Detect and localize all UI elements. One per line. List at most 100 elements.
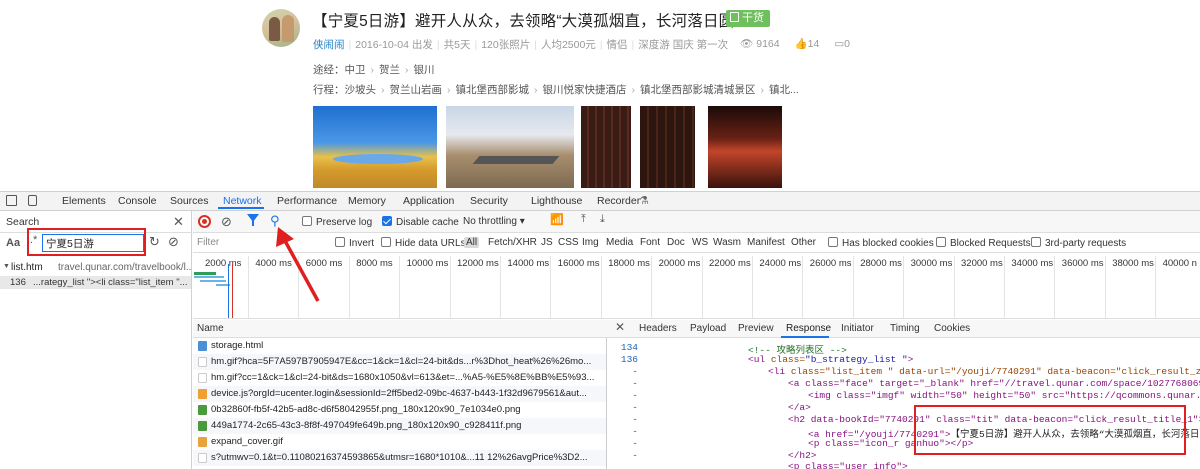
third-party-checkbox[interactable]: 3rd-party requests: [1031, 237, 1126, 249]
request-name: 0b32860f-fb5f-42b5-ad8c-d6f58042955f.png…: [211, 404, 521, 415]
filter-type-font[interactable]: Font: [640, 237, 660, 248]
tab-security[interactable]: Security: [470, 195, 508, 207]
request-row[interactable]: storage.html: [193, 338, 606, 354]
route-stop[interactable]: 贺兰: [379, 64, 400, 76]
request-row[interactable]: expand_cover.gif: [193, 434, 606, 450]
filter-type-img[interactable]: Img: [582, 237, 599, 248]
disable-cache-checkbox[interactable]: Disable cache: [382, 216, 459, 228]
photo-red-wall-2[interactable]: [640, 106, 695, 188]
timeline-gridline: [1004, 256, 1005, 318]
filter-type-js[interactable]: JS: [541, 237, 553, 248]
blocked-cookies-checkbox[interactable]: Has blocked cookies: [828, 237, 934, 249]
filter-type-ws[interactable]: WS: [692, 237, 708, 248]
tab-timing[interactable]: Timing: [890, 323, 920, 334]
filter-input[interactable]: Filter: [197, 237, 219, 248]
timeline-gridline: [903, 256, 905, 318]
tab-console[interactable]: Console: [118, 195, 157, 207]
photo-mountain-road[interactable]: [446, 106, 574, 188]
timeline-tick-label: 24000 ms: [759, 258, 802, 269]
note-meta: 侠闹闹 | 2016-10-04 出发 | 共5天 | 120张照片 | 人均2500元 | 情侣 |…: [313, 39, 729, 51]
request-row[interactable]: hm.gif?cc=1&ck=1&cl=24-bit&ds=1680x1050&…: [193, 370, 606, 386]
refresh-icon[interactable]: ↻: [149, 234, 160, 250]
timeline-tick-label: 26000 ms: [809, 258, 852, 269]
tab-application[interactable]: Application: [403, 195, 454, 207]
timeline-tick-label: 22000 ms: [709, 258, 751, 269]
search-result-file[interactable]: list.htm: [11, 262, 43, 273]
tab-cookies[interactable]: Cookies: [934, 323, 970, 334]
timeline-gridline: [1104, 256, 1106, 318]
itinerary-stop[interactable]: 贺兰山岩画: [390, 84, 443, 96]
tab-elements[interactable]: Elements: [62, 195, 106, 207]
tab-payload[interactable]: Payload: [690, 323, 726, 334]
tab-preview[interactable]: Preview: [738, 323, 774, 334]
author-name[interactable]: 侠闹闹: [313, 39, 345, 51]
page-title: 【宁夏5日游】避开人从众，去领略“大漠孤烟直，长河落日圆”: [312, 13, 740, 30]
hide-data-urls-checkbox[interactable]: Hide data URLs: [381, 237, 466, 249]
likes-count[interactable]: 👍14: [795, 38, 826, 50]
itinerary-stop[interactable]: 镇北...: [769, 84, 799, 96]
clear-log-icon[interactable]: ⊘: [221, 214, 232, 230]
request-row[interactable]: hm.gif?hca=5F7A597B7905947E&cc=1&ck=1&cl…: [193, 354, 606, 370]
code-line-ul: <ul class="b_strategy_list ">: [748, 354, 914, 365]
filter-type-css[interactable]: CSS: [558, 237, 579, 248]
tab-response[interactable]: Response: [786, 323, 831, 334]
import-har-icon[interactable]: ⤒: [581, 213, 586, 226]
request-row[interactable]: 0b32860f-fb5f-42b5-ad8c-d6f58042955f.png…: [193, 402, 606, 418]
blocked-requests-checkbox[interactable]: Blocked Requests: [936, 237, 1031, 249]
filter-type-doc[interactable]: Doc: [667, 237, 685, 248]
line-number: -: [632, 402, 638, 413]
record-button[interactable]: [198, 215, 211, 228]
name-column-header[interactable]: Name: [197, 323, 224, 334]
filter-type-all[interactable]: All: [464, 237, 480, 248]
timeline-gridline: [500, 256, 501, 318]
throttling-select[interactable]: No throttling ▾: [463, 216, 525, 227]
route-stop[interactable]: 中卫: [345, 64, 366, 76]
search-result-snippet[interactable]: ...rategy_list "><li class="list_item ".…: [33, 277, 191, 288]
timeline-tick-label: 34000 ms: [1011, 258, 1054, 269]
export-har-icon[interactable]: ⤓: [600, 213, 605, 226]
line-number: -: [632, 438, 638, 449]
match-case-toggle[interactable]: Aa: [6, 237, 20, 249]
photo-desert-lake[interactable]: [313, 106, 437, 188]
route-stop[interactable]: 银川: [414, 64, 435, 76]
tab-memory[interactable]: Memory: [348, 195, 386, 207]
close-icon[interactable]: ✕: [615, 320, 625, 334]
tab-recorder[interactable]: Recorder: [597, 195, 640, 207]
itinerary-stop[interactable]: 沙坡头: [345, 84, 377, 96]
filter-type-wasm[interactable]: Wasm: [713, 237, 741, 248]
filter-type-fetch[interactable]: Fetch/XHR: [488, 237, 537, 248]
itinerary-stop[interactable]: 镇北堡西部影城清城景区: [640, 84, 756, 96]
tab-sources[interactable]: Sources: [170, 195, 209, 207]
waterfall-bar: [200, 280, 226, 282]
timeline-gridline: [752, 256, 753, 318]
itinerary-stop[interactable]: 银川悦家快捷酒店: [543, 84, 627, 96]
filter-type-other[interactable]: Other: [791, 237, 816, 248]
photo-red-wall[interactable]: [581, 106, 631, 188]
clear-icon[interactable]: ⊘: [168, 234, 179, 250]
device-toolbar-icon[interactable]: [28, 195, 37, 206]
filter-type-media[interactable]: Media: [606, 237, 633, 248]
comments-count[interactable]: ▭0: [834, 38, 856, 50]
tab-headers[interactable]: Headers: [639, 323, 677, 334]
tab-network[interactable]: Network: [223, 195, 262, 207]
network-conditions-icon[interactable]: 📶: [550, 213, 564, 226]
search-result-line-number: 136: [10, 277, 26, 288]
tab-initiator[interactable]: Initiator: [841, 323, 874, 334]
expand-triangle-icon[interactable]: ▼: [3, 263, 10, 270]
line-number: -: [632, 426, 638, 437]
tab-lighthouse[interactable]: Lighthouse: [531, 195, 582, 207]
inspect-icon[interactable]: [6, 195, 17, 206]
invert-checkbox[interactable]: Invert: [335, 237, 374, 249]
request-row[interactable]: s?utmwv=0.1&t=0.11080216374593865&utmsr=…: [193, 450, 606, 466]
request-row[interactable]: device.js?orgId=ucenter.login&sessionId=…: [193, 386, 606, 402]
close-icon[interactable]: ✕: [173, 214, 184, 230]
search-panel-title: Search: [6, 216, 40, 228]
photo-red-interior[interactable]: [708, 106, 782, 188]
file-type-icon: [198, 421, 207, 431]
author-avatar[interactable]: [262, 9, 300, 47]
request-row[interactable]: 449a1774-2c65-43c3-8f8f-497049fe649b.png…: [193, 418, 606, 434]
itinerary-stop[interactable]: 镇北堡西部影城: [456, 84, 530, 96]
tab-performance[interactable]: Performance: [277, 195, 337, 207]
timeline-tick-label: 36000 ms: [1061, 258, 1104, 269]
filter-type-manifest[interactable]: Manifest: [747, 237, 785, 248]
